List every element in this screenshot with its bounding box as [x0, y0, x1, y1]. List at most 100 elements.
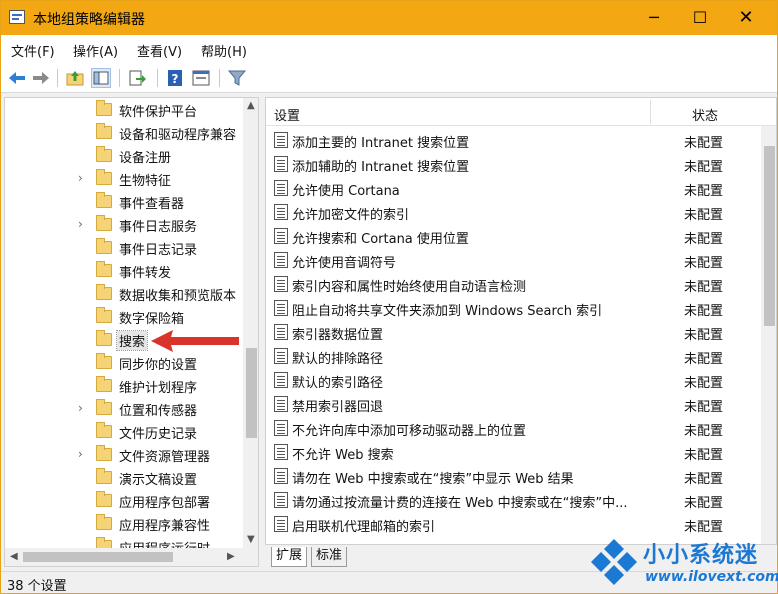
list-vertical-scrollbar[interactable]: [761, 126, 776, 544]
tree-item[interactable]: › 生物特征: [5, 168, 245, 191]
policy-row[interactable]: 禁用索引器回退 未配置: [266, 392, 761, 416]
policy-state: 未配置: [684, 496, 724, 511]
folder-icon: [96, 330, 112, 346]
scroll-up-icon[interactable]: ▲: [247, 100, 255, 111]
settings-list[interactable]: 设置 状态 添加主要的 Intranet 搜索位置 未配置 添加辅助的 Intran…: [265, 97, 777, 545]
tree-item[interactable]: 应用程序包部署: [5, 490, 245, 513]
show-hide-tree-icon[interactable]: [91, 68, 111, 88]
up-folder-icon[interactable]: [65, 68, 85, 88]
folder-icon: [96, 353, 112, 369]
expand-chevron-icon[interactable]: ›: [78, 401, 83, 415]
policy-name: 允许使用音调符号: [292, 256, 397, 271]
policy-setting-icon: [274, 228, 288, 244]
expand-chevron-icon[interactable]: ›: [78, 447, 83, 461]
tree-item[interactable]: 设备注册: [5, 145, 245, 168]
tree-item[interactable]: › 文件资源管理器: [5, 444, 245, 467]
policy-state: 未配置: [684, 472, 724, 487]
policy-name: 启用联机代理邮箱的索引: [292, 520, 436, 535]
policy-row[interactable]: 索引器数据位置 未配置: [266, 320, 761, 344]
folder-icon: [96, 307, 112, 323]
tab-expand[interactable]: 扩展: [271, 547, 308, 567]
expand-chevron-icon[interactable]: ›: [78, 217, 83, 231]
tab-standard[interactable]: 标准: [311, 547, 348, 567]
policy-name: 阻止自动将共享文件夹添加到 Windows Search 索引: [292, 304, 603, 319]
tree-item[interactable]: 数字保险箱: [5, 306, 245, 329]
tree-item[interactable]: 维护计划程序: [5, 375, 245, 398]
properties-icon[interactable]: [191, 68, 211, 88]
expand-chevron-icon[interactable]: ›: [78, 171, 83, 185]
tree-item[interactable]: 文件历史记录: [5, 421, 245, 444]
tree-item-label: 事件转发: [119, 266, 172, 281]
policy-row[interactable]: 索引内容和属性时始终使用自动语言检测 未配置: [266, 272, 761, 296]
tree-scroll-thumb[interactable]: [246, 348, 257, 438]
policy-row[interactable]: 不允许 Web 搜索 未配置: [266, 440, 761, 464]
back-icon[interactable]: [7, 68, 27, 88]
policy-state: 未配置: [684, 184, 724, 199]
forward-icon[interactable]: [31, 68, 51, 88]
policy-state: 未配置: [684, 136, 724, 151]
tree-item[interactable]: 数据收集和预览版本: [5, 283, 245, 306]
policy-row[interactable]: 默认的索引路径 未配置: [266, 368, 761, 392]
menu-view[interactable]: 查看(V): [137, 41, 182, 60]
folder-icon: [96, 192, 112, 208]
list-scroll-thumb[interactable]: [764, 146, 775, 326]
policy-setting-icon: [274, 132, 288, 148]
policy-state: 未配置: [684, 208, 724, 223]
minimize-button[interactable]: ─: [631, 1, 677, 35]
tree-item[interactable]: 事件转发: [5, 260, 245, 283]
policy-setting-icon: [274, 252, 288, 268]
tree-item[interactable]: 设备和驱动程序兼容: [5, 122, 245, 145]
policy-setting-icon: [274, 324, 288, 340]
folder-icon: [96, 123, 112, 139]
scroll-right-icon[interactable]: ▶: [227, 551, 235, 562]
tree-item-label: 同步你的设置: [119, 358, 198, 373]
close-button[interactable]: ✕: [723, 1, 769, 35]
column-header-setting[interactable]: 设置: [274, 105, 300, 124]
policy-row[interactable]: 允许加密文件的索引 未配置: [266, 200, 761, 224]
policy-row[interactable]: 允许使用 Cortana 未配置: [266, 176, 761, 200]
policy-row[interactable]: 不允许向库中添加可移动驱动器上的位置 未配置: [266, 416, 761, 440]
tree-item[interactable]: 事件日志记录: [5, 237, 245, 260]
policy-row[interactable]: 添加辅助的 Intranet 搜索位置 未配置: [266, 152, 761, 176]
policy-state: 未配置: [684, 304, 724, 319]
filter-icon[interactable]: [227, 68, 247, 88]
policy-name: 请勿通过按流量计费的连接在 Web 中搜索或在“搜索”中...: [292, 496, 628, 511]
menu-help[interactable]: 帮助(H): [201, 41, 247, 60]
policy-row[interactable]: 允许搜索和 Cortana 使用位置 未配置: [266, 224, 761, 248]
help-icon[interactable]: ?: [165, 68, 185, 88]
column-header-state[interactable]: 状态: [692, 105, 718, 124]
tree-item-label: 事件查看器: [119, 197, 185, 212]
policy-row[interactable]: 阻止自动将共享文件夹添加到 Windows Search 索引 未配置: [266, 296, 761, 320]
policy-row[interactable]: 请勿在 Web 中搜索或在“搜索”中显示 Web 结果 未配置: [266, 464, 761, 488]
tree-vertical-scrollbar[interactable]: ▲ ▼: [243, 98, 258, 548]
folder-icon: [96, 491, 112, 507]
policy-state: 未配置: [684, 328, 724, 343]
policy-name: 索引内容和属性时始终使用自动语言检测: [292, 280, 527, 295]
tree-item[interactable]: › 事件日志服务: [5, 214, 245, 237]
window-title: 本地组策略编辑器: [33, 12, 145, 28]
column-divider[interactable]: [650, 100, 651, 124]
scroll-down-icon[interactable]: ▼: [247, 534, 255, 545]
menu-bar: 文件(F) 操作(A) 查看(V) 帮助(H): [1, 35, 777, 63]
maximize-button[interactable]: ☐: [677, 1, 723, 35]
folder-icon: [96, 468, 112, 484]
toolbar-separator: [119, 69, 120, 87]
folder-icon: [96, 100, 112, 116]
tree-item[interactable]: 同步你的设置: [5, 352, 245, 375]
folder-icon: [96, 445, 112, 461]
export-list-icon[interactable]: [127, 68, 147, 88]
tree-item[interactable]: 应用程序兼容性: [5, 513, 245, 536]
policy-row[interactable]: 请勿通过按流量计费的连接在 Web 中搜索或在“搜索”中... 未配置: [266, 488, 761, 512]
tree-item[interactable]: 演示文稿设置: [5, 467, 245, 490]
scroll-left-icon[interactable]: ◀: [10, 551, 18, 562]
menu-action[interactable]: 操作(A): [73, 41, 118, 60]
policy-row[interactable]: 默认的排除路径 未配置: [266, 344, 761, 368]
policy-row[interactable]: 添加主要的 Intranet 搜索位置 未配置: [266, 128, 761, 152]
tree-item[interactable]: 软件保护平台: [5, 99, 245, 122]
policy-row[interactable]: 允许使用音调符号 未配置: [266, 248, 761, 272]
tree-horizontal-scrollbar[interactable]: ◀ ▶: [5, 548, 258, 566]
tree-item[interactable]: 事件查看器: [5, 191, 245, 214]
menu-file[interactable]: 文件(F): [11, 41, 55, 60]
tree-item[interactable]: › 位置和传感器: [5, 398, 245, 421]
tree-hscroll-thumb[interactable]: [23, 552, 173, 562]
